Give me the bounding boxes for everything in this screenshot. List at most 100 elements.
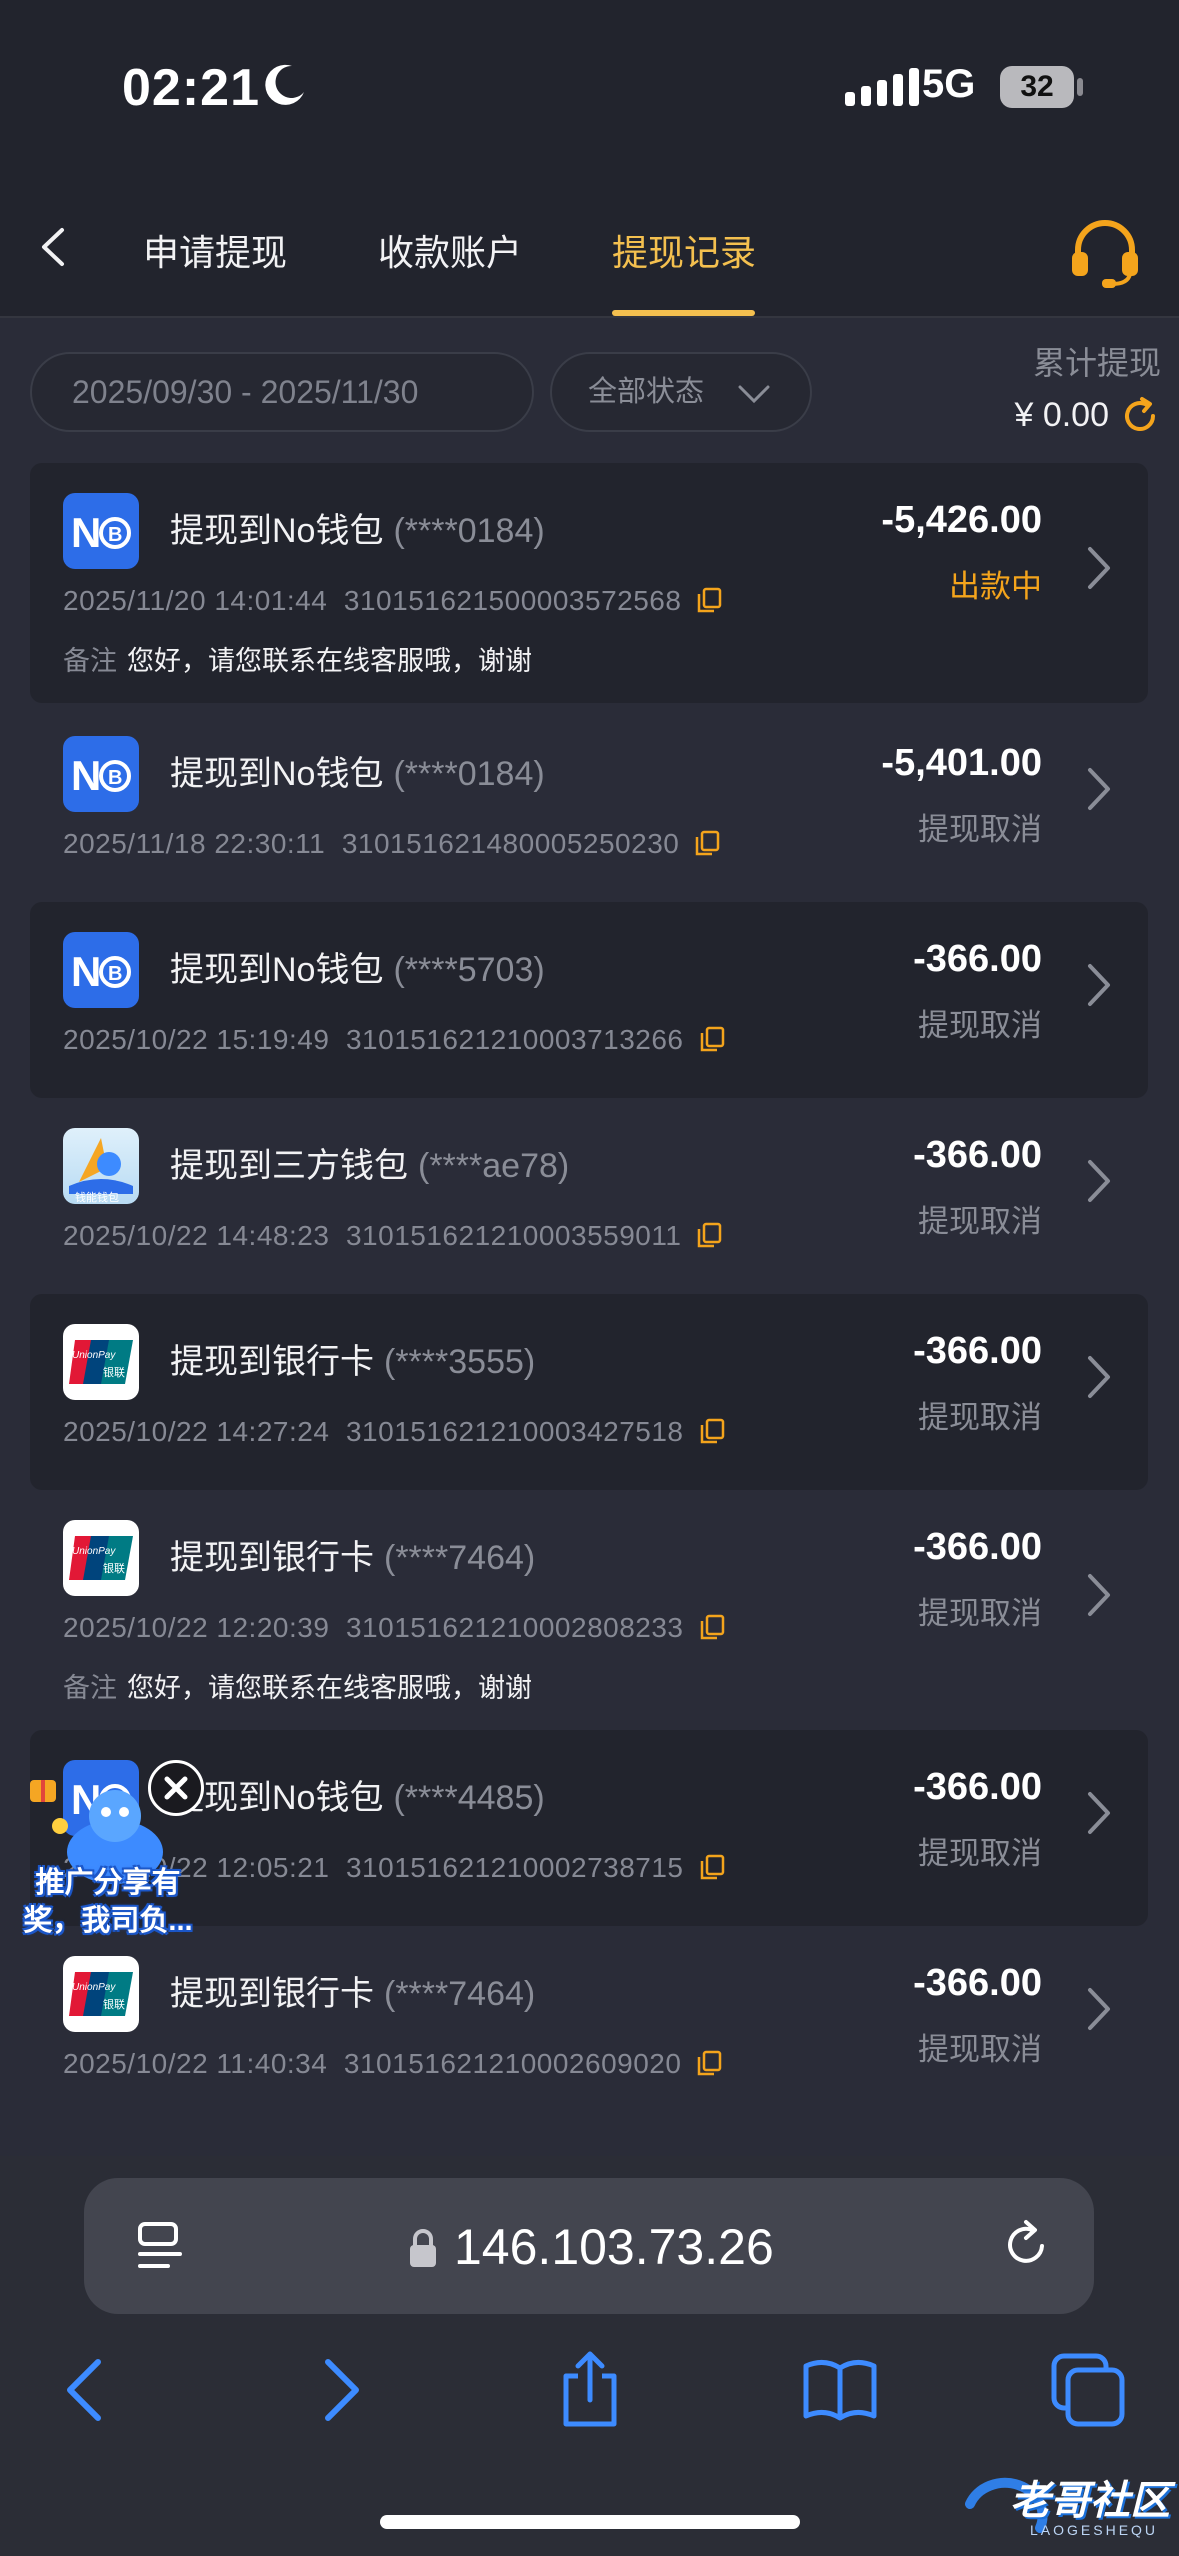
copy-icon[interactable] — [695, 1221, 723, 1249]
browser-back-icon[interactable] — [46, 2350, 126, 2430]
record-amount: -366.00 — [913, 1526, 1042, 1568]
record-account-mask: (****0184) — [393, 512, 545, 550]
chevron-right-icon — [1088, 1988, 1110, 2030]
chevron-right-icon — [1088, 964, 1110, 1006]
bookmarks-icon[interactable] — [800, 2350, 880, 2430]
tab-payee-account[interactable]: 收款账户 — [378, 224, 522, 276]
record-account-mask: (****7464) — [384, 1975, 536, 2013]
browser-forward-icon[interactable] — [300, 2350, 380, 2430]
record-amount: -366.00 — [913, 1766, 1042, 1808]
record-datetime: 2025/11/18 22:30:11 — [63, 828, 326, 859]
record-order-number: 310151621210003713266 — [345, 1024, 684, 1055]
status-filter-label: 全部状态 — [588, 376, 705, 408]
no-wallet-logo-icon: N B — [63, 932, 139, 1008]
record-title: 提现到三方钱包 (****ae78) — [170, 1138, 569, 1187]
copy-icon[interactable] — [693, 829, 721, 857]
record-meta: 2025/11/20 14:01:44 31015162150000357256… — [63, 585, 723, 617]
unionpay-logo-icon: UnionPay 银联 — [63, 1324, 139, 1400]
svg-text:UnionPay: UnionPay — [72, 1546, 116, 1557]
copy-icon[interactable] — [695, 586, 723, 614]
withdraw-record-row[interactable]: N B 提现到No钱包 (****0184) 2025/11/20 14:01:4… — [30, 463, 1148, 703]
record-datetime: 2025/10/22 15:19:49 — [63, 1024, 330, 1055]
copy-icon[interactable] — [698, 1417, 726, 1445]
status-bar: 02:21 5G 32 — [0, 0, 1179, 180]
svg-text:N: N — [71, 948, 101, 995]
record-meta: 2025/10/22 15:19:49 31015162121000371326… — [63, 1024, 726, 1056]
unionpay-logo-icon: UnionPay 银联 — [63, 1520, 139, 1596]
share-icon[interactable] — [550, 2350, 630, 2430]
record-remark: 备注 您好，请您联系在线客服哦，谢谢 — [63, 639, 532, 678]
record-datetime: 2025/10/22 12:20:39 — [63, 1612, 330, 1643]
record-title: 提现到银行卡 (****7464) — [170, 1530, 535, 1579]
copy-icon[interactable] — [698, 1853, 726, 1881]
withdraw-record-row[interactable]: N B 提现到No钱包 (****0184) 2025/11/18 22:30:1… — [30, 706, 1148, 902]
record-account-mask: (****7464) — [384, 1539, 536, 1577]
record-amount: -366.00 — [913, 1330, 1042, 1372]
record-remark: 备注 您好，请您联系在线客服哦，谢谢 — [63, 1666, 532, 1705]
url-text: 146.103.73.26 — [454, 2219, 774, 2275]
copy-icon[interactable] — [698, 1025, 726, 1053]
record-status: 提现取消 — [918, 1008, 1042, 1043]
home-indicator — [380, 2515, 800, 2529]
record-amount: -5,426.00 — [881, 499, 1042, 541]
record-order-number: 310151621210002738715 — [345, 1852, 684, 1883]
promo-close-button[interactable] — [148, 1760, 204, 1816]
svg-text:UnionPay: UnionPay — [72, 1982, 116, 1993]
record-status: 提现取消 — [918, 812, 1042, 847]
record-status: 提现取消 — [918, 2032, 1042, 2067]
remark-text: 您好，请您联系在线客服哦，谢谢 — [127, 646, 532, 676]
svg-text:N: N — [71, 752, 101, 799]
record-status: 提现取消 — [918, 1204, 1042, 1239]
record-title: 提现到银行卡 (****7464) — [170, 1966, 535, 2015]
page-menu-icon[interactable] — [134, 2216, 188, 2276]
svg-text:钱能钱包: 钱能钱包 — [75, 1190, 119, 1204]
record-datetime: 2025/10/22 14:27:24 — [63, 1416, 330, 1447]
record-meta: 2025/11/18 22:30:11 31015162148000525023… — [63, 828, 721, 860]
tabs-icon[interactable] — [1048, 2350, 1128, 2430]
tab-active-indicator — [612, 310, 755, 316]
record-account-mask: (****ae78) — [418, 1147, 570, 1185]
record-datetime: 2025/10/22 11:40:34 — [63, 2048, 328, 2079]
header: 申请提现 收款账户 提现记录 — [0, 180, 1179, 318]
record-status: 提现取消 — [918, 1400, 1042, 1435]
tab-withdraw-records[interactable]: 提现记录 — [612, 224, 756, 276]
record-amount: -5,401.00 — [881, 742, 1042, 784]
chevron-right-icon — [1088, 1792, 1110, 1834]
battery-tip — [1077, 78, 1083, 96]
record-method: 提现到银行卡 — [170, 1539, 374, 1577]
record-meta: 2025/10/22 12:20:39 31015162121000280823… — [63, 1612, 726, 1644]
back-button[interactable] — [30, 222, 80, 272]
copy-icon[interactable] — [698, 1613, 726, 1641]
record-method: 提现到银行卡 — [170, 1343, 374, 1381]
promo-float-bubble[interactable]: 推广分享有 奖，我司负... — [8, 1760, 208, 1950]
withdraw-record-row[interactable]: UnionPay 银联 提现到银行卡 (****3555) 2025/10/22 … — [30, 1294, 1148, 1490]
no-wallet-logo-icon: N B — [63, 493, 139, 569]
record-meta: 2025/10/22 14:27:24 31015162121000342751… — [63, 1416, 726, 1448]
reload-icon[interactable] — [1002, 2216, 1054, 2272]
chevron-right-icon — [1088, 1356, 1110, 1398]
date-range-filter[interactable]: 2025/09/30 - 2025/11/30 — [30, 352, 534, 432]
third-party-wallet-logo-icon: 钱能钱包 — [63, 1128, 139, 1204]
record-account-mask: (****0184) — [393, 755, 545, 793]
promo-text: 推广分享有 奖，我司负... — [8, 1864, 208, 1940]
promo-text-line2: 奖，我司负... — [23, 1905, 193, 1937]
customer-service-icon[interactable] — [1068, 218, 1142, 288]
chevron-right-icon — [1088, 1160, 1110, 1202]
record-amount: -366.00 — [913, 1962, 1042, 2004]
withdraw-record-row[interactable]: N B 提现到No钱包 (****5703) 2025/10/22 15:19:4… — [30, 902, 1148, 1098]
record-account-mask: (****3555) — [384, 1343, 536, 1381]
signal-icon — [845, 68, 919, 106]
svg-text:N: N — [71, 509, 101, 556]
record-status: 提现取消 — [918, 1596, 1042, 1631]
record-status: 出款中 — [949, 569, 1042, 604]
network-type: 5G — [922, 62, 976, 106]
tab-apply-withdraw[interactable]: 申请提现 — [143, 224, 287, 276]
withdraw-record-row[interactable]: UnionPay 银联 提现到银行卡 (****7464) 2025/10/22 … — [30, 1490, 1148, 1730]
remark-label: 备注 — [63, 1673, 117, 1703]
copy-icon[interactable] — [695, 2049, 723, 2077]
status-filter-dropdown[interactable]: 全部状态 — [550, 352, 812, 432]
refresh-icon[interactable] — [1120, 396, 1160, 436]
record-meta: 2025/10/22 14:48:23 31015162121000355901… — [63, 1220, 723, 1252]
withdraw-record-row[interactable]: UnionPay 银联 提现到银行卡 (****7464) 2025/10/22 … — [30, 1926, 1148, 2122]
withdraw-record-row[interactable]: 钱能钱包 提现到三方钱包 (****ae78) 2025/10/22 14:48:… — [30, 1098, 1148, 1294]
